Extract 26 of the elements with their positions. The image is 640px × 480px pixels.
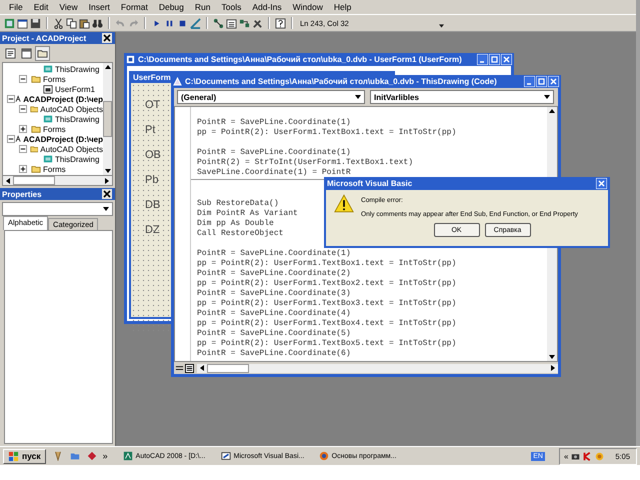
code-line: pp = PointR(2): UserForm1.TextBox2.text = IntToStr(pp) xyxy=(197,279,456,289)
code-line: Dim PointR As Variant xyxy=(197,209,298,219)
panel-title: Project - ACADProject xyxy=(2,34,86,42)
form-title: UserForm xyxy=(133,72,171,82)
code-line: PointR = SavePLine.Coordinate(1) xyxy=(197,148,351,158)
code-line: PointR(2) = StrToInt(UserForm1.TextBox1.text) xyxy=(197,158,414,168)
code-line: PointR = SavePLine.Coordinate(2) xyxy=(197,269,351,279)
code-line: Call RestoreObject xyxy=(197,229,284,239)
code-line: SavePLine.Coordinate(1) = PointR xyxy=(197,168,351,178)
window-title: C:\Documents and Settings\Анна\Рабочий стол\ubka_0.dvb - UserForm1 (UserForm) xyxy=(138,55,462,64)
code-line: pp = PointR(2): UserForm1.TextBox3.text = IntToStr(pp) xyxy=(197,299,456,309)
code-line: Sub RestoreData() xyxy=(197,199,279,209)
code-line: pp = PointR(2): UserForm1.TextBox5.text = IntToStr(pp) xyxy=(197,339,456,349)
dialog-title: Microsoft Visual Basic xyxy=(327,179,412,188)
code-line: Dim pp As Double xyxy=(197,219,274,229)
code-line: pp = PointR(2): UserForm1.TextBox4.text = IntToStr(pp) xyxy=(197,319,456,329)
code-line: PointR = SavePLine.Coordinate(1) xyxy=(197,118,351,128)
code-line: PointR = SavePLine.Coordinate(1) xyxy=(197,249,351,259)
code-line: PointR = SavePLine.Coordinate(4) xyxy=(197,309,351,319)
panel-title: Properties xyxy=(2,190,42,198)
window-title: C:\Documents and Settings\Анна\Рабочий стол\ubka_0.dvb - ThisDrawing (Code) xyxy=(185,77,497,86)
code-line: PointR = SavePLine.Coordinate(6) xyxy=(197,349,351,359)
code-line: PointR = SavePLine.Coordinate(3) xyxy=(197,289,351,299)
code-line: PointR = SavePLine.Coordinate(5) xyxy=(197,329,351,339)
code-line: pp = PointR(2): UserForm1.TextBox1.text = IntToStr(pp) xyxy=(197,128,456,138)
code-line: pp = PointR(2): UserForm1.TextBox1.text = IntToStr(pp) xyxy=(197,259,456,269)
